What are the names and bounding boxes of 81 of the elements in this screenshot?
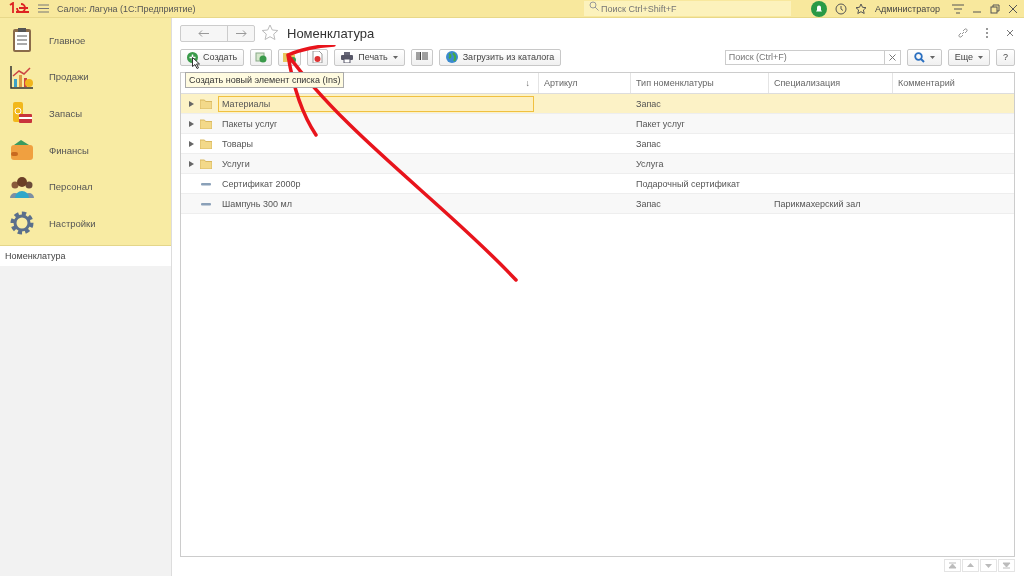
table-row[interactable]: Услуги Услуга <box>181 154 1014 174</box>
table-cell: Запас <box>636 198 661 209</box>
caret-icon <box>392 55 398 59</box>
mark-delete-button[interactable] <box>307 48 329 66</box>
link-icon[interactable] <box>957 27 969 39</box>
table-row[interactable]: Материалы Запас <box>181 94 1014 114</box>
section-item[interactable]: Финансы <box>0 131 171 169</box>
section-item[interactable]: Запасы <box>0 95 171 132</box>
table-cell: Парикмахерский зал <box>774 198 861 209</box>
settings-menu-icon[interactable] <box>952 3 964 14</box>
search-icon <box>584 1 602 16</box>
expand-icon[interactable] <box>189 120 194 127</box>
table-cell: Подарочный сертификат <box>636 178 740 189</box>
logo-icon <box>8 1 30 16</box>
scroll-bottom-icon[interactable] <box>998 559 1015 572</box>
search-button[interactable] <box>906 48 942 66</box>
section-item[interactable]: Продажи <box>0 58 171 96</box>
folder-icon <box>200 98 212 109</box>
print-button[interactable]: Печать <box>334 48 405 66</box>
global-search-field[interactable]: Поиск Ctrl+Shift+F <box>601 1 792 16</box>
scroll-up-icon[interactable] <box>962 559 979 572</box>
menu-icon[interactable] <box>38 4 49 13</box>
help-button[interactable]: ? <box>996 48 1015 66</box>
item-name: Пакеты услуг <box>221 117 279 131</box>
section-item[interactable]: Главное <box>0 22 171 59</box>
mouse-cursor-icon <box>192 57 200 69</box>
scroll-top-icon[interactable] <box>944 559 961 572</box>
more-button[interactable]: Еще <box>947 48 990 66</box>
restore-icon[interactable] <box>990 3 1000 14</box>
table-cell: Запас <box>636 98 661 109</box>
table-row[interactable]: Шампунь 300 мл Запас Парикмахерский зал <box>181 194 1014 214</box>
column-header[interactable]: Артикул <box>539 73 631 93</box>
column-header[interactable]: Специализация <box>769 73 893 93</box>
item-name: Товары <box>221 137 254 151</box>
close-icon <box>888 53 896 61</box>
caret-icon <box>978 55 983 59</box>
expand-icon[interactable] <box>189 140 194 147</box>
section-item[interactable]: Настройки <box>0 204 171 242</box>
bell-icon[interactable] <box>811 0 828 17</box>
chart-icon <box>9 63 35 90</box>
history-icon[interactable] <box>835 2 848 15</box>
user-name[interactable]: Администратор <box>875 3 940 14</box>
star-icon[interactable] <box>855 2 868 15</box>
item-name: Услуги <box>221 157 251 171</box>
copy-button[interactable] <box>250 48 273 66</box>
create-button[interactable]: Создать <box>180 48 245 66</box>
tooltip: Создать новый элемент списка (Ins) <box>185 72 345 88</box>
printer-icon <box>341 51 354 63</box>
section-item[interactable]: Персонал <box>0 168 171 205</box>
scroll-down-icon[interactable] <box>980 559 997 572</box>
gear-icon <box>9 210 35 237</box>
item-name: Материалы <box>218 95 534 112</box>
close-icon[interactable] <box>1005 28 1015 38</box>
favorite-star-icon[interactable] <box>261 24 279 42</box>
globe-icon <box>445 51 458 63</box>
folder-icon <box>200 118 212 129</box>
column-header[interactable]: Комментарий <box>893 73 1014 93</box>
folder-icon <box>200 158 212 169</box>
document-icon <box>312 51 324 63</box>
table-cell: Пакет услуг <box>636 118 685 129</box>
close-icon[interactable] <box>1008 3 1018 14</box>
column-header[interactable]: Тип номенклатуры <box>631 73 769 93</box>
table-cell: Запас <box>636 138 661 149</box>
form-title: Номенклатура <box>287 25 375 41</box>
barcode-icon <box>415 51 428 63</box>
list-search-field[interactable]: Поиск (Ctrl+F) <box>724 49 885 65</box>
folder-icon <box>200 138 212 149</box>
table-cell: Услуга <box>636 158 664 169</box>
caret-icon <box>929 55 935 59</box>
app-title: Салон: Лагуна (1С:Предприятие) <box>57 3 196 14</box>
barcode-button[interactable] <box>410 48 433 66</box>
item-name: Сертификат 2000р <box>221 177 302 191</box>
load-from-catalog-button[interactable]: Загрузить из каталога <box>438 48 562 66</box>
expand-icon[interactable] <box>189 100 194 107</box>
table-row[interactable]: Пакеты услуг Пакет услуг <box>181 114 1014 134</box>
search-icon <box>913 51 925 63</box>
copy-icon <box>255 51 268 63</box>
open-window-item[interactable]: Номенклатура <box>0 245 171 266</box>
expand-icon[interactable] <box>189 160 194 167</box>
more-options-icon[interactable] <box>985 27 989 39</box>
item-name: Шампунь 300 мл <box>221 197 293 211</box>
